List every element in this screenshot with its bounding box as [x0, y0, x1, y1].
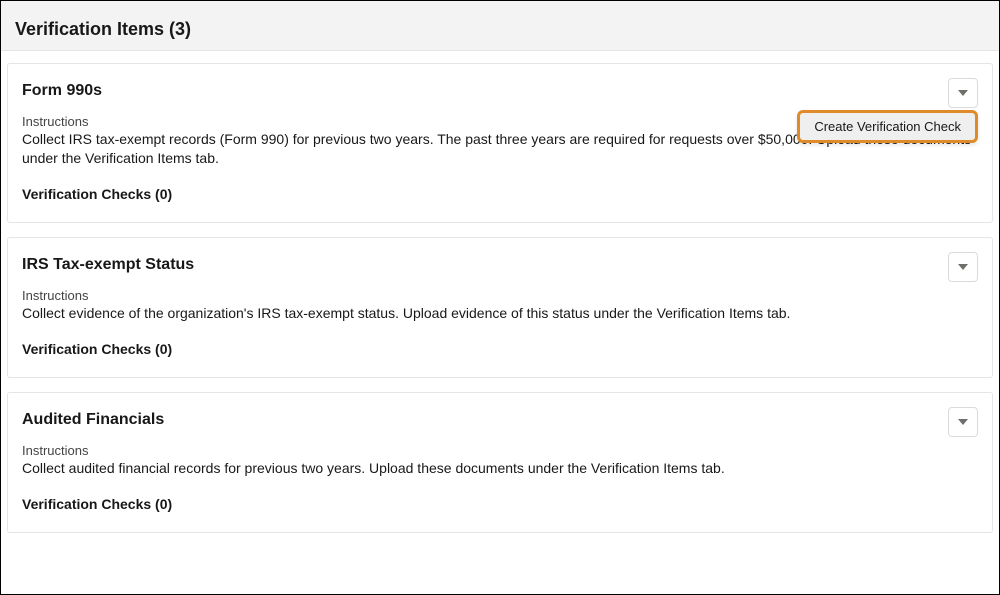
item-actions-button[interactable] — [948, 407, 978, 437]
chevron-down-icon — [958, 262, 968, 272]
item-actions-button[interactable] — [948, 252, 978, 282]
instructions-text: Collect evidence of the organization's I… — [22, 304, 978, 323]
verification-checks-label: Verification Checks (0) — [22, 186, 978, 202]
verification-items-panel: Verification Items (3) Form 990s Create … — [1, 1, 999, 594]
panel-header: Verification Items (3) — [1, 1, 999, 51]
verification-checks-label: Verification Checks (0) — [22, 496, 978, 512]
instructions-text: Collect audited financial records for pr… — [22, 459, 978, 478]
verification-item-card: IRS Tax-exempt Status Instructions Colle… — [7, 237, 993, 378]
panel-title: Verification Items (3) — [15, 19, 985, 40]
verification-item-title: Audited Financials — [22, 411, 978, 429]
verification-item-card: Form 990s Create Verification Check Inst… — [7, 63, 993, 223]
chevron-down-icon — [958, 88, 968, 98]
create-verification-check-menu-item[interactable]: Create Verification Check — [797, 110, 978, 143]
item-actions-button[interactable] — [948, 78, 978, 108]
instructions-label: Instructions — [22, 288, 978, 303]
chevron-down-icon — [958, 417, 968, 427]
verification-item-title: IRS Tax-exempt Status — [22, 256, 978, 274]
verification-checks-label: Verification Checks (0) — [22, 341, 978, 357]
verification-item-title: Form 990s — [22, 82, 978, 100]
instructions-label: Instructions — [22, 443, 978, 458]
verification-item-card: Audited Financials Instructions Collect … — [7, 392, 993, 533]
